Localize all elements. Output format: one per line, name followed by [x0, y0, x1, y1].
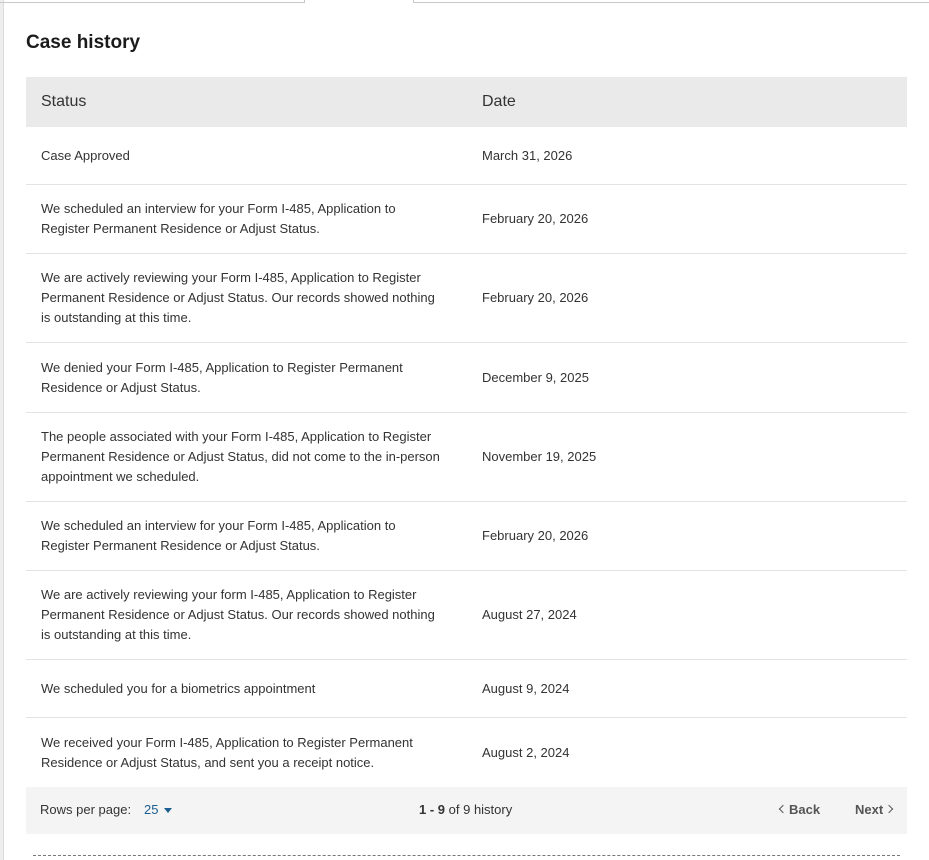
row-date: August 27, 2024: [482, 607, 577, 622]
row-status: We are actively reviewing your Form I-48…: [41, 270, 435, 325]
table-row: We received your Form I-485, Application…: [26, 718, 907, 787]
left-panel-edge: [0, 0, 4, 860]
table-row: We are actively reviewing your Form I-48…: [26, 254, 907, 343]
dashed-divider: [33, 855, 900, 856]
row-status: We denied your Form I-485, Application t…: [41, 359, 403, 395]
rows-per-page-select[interactable]: 25: [144, 802, 173, 817]
row-status: We scheduled you for a biometrics appoin…: [41, 680, 316, 696]
tab-strip: [0, 0, 929, 3]
row-status: We received your Form I-485, Application…: [41, 734, 413, 770]
case-history-title: Case history: [26, 32, 141, 53]
table-header: Status Date: [26, 77, 907, 127]
range-suffix: of 9 history: [445, 802, 513, 817]
next-label: Next: [855, 802, 884, 817]
column-header-date: Date: [482, 93, 516, 110]
table-row: The people associated with your Form I-4…: [26, 413, 907, 502]
row-status: Case Approved: [41, 147, 130, 163]
range-end: 9: [437, 802, 446, 817]
row-status: We scheduled an interview for your Form …: [41, 201, 396, 236]
table-body: Case Approved March 31, 2026 We scheduled …: [26, 127, 907, 787]
chevron-right-icon: [884, 804, 894, 814]
table-row: We scheduled an interview for your Form …: [26, 502, 907, 571]
table-row: We denied your Form I-485, Application t…: [26, 343, 907, 413]
caret-down-icon: [164, 808, 173, 814]
row-status: We scheduled an interview for your Form …: [41, 518, 396, 553]
range-separator: -: [426, 802, 438, 817]
case-history-table: Status Date Case Approved March 31, 2026 W…: [26, 77, 907, 787]
chevron-left-icon: [778, 804, 788, 814]
column-header-status: Status: [41, 93, 87, 110]
row-date: December 9, 2025: [482, 369, 589, 385]
row-status: The people associated with your Form I-4…: [41, 429, 440, 484]
row-status: We are actively reviewing your form I-48…: [41, 587, 435, 642]
back-label: Back: [789, 802, 821, 817]
table-pagination-bar: Rows per page: 25 1 - 9 of 9 history Bac…: [26, 787, 907, 834]
row-date: February 20, 2026: [482, 528, 589, 543]
row-date: November 19, 2025: [482, 449, 597, 464]
row-date: March 31, 2026: [482, 147, 573, 163]
row-date: August 2, 2024: [482, 744, 570, 760]
rows-per-page-label: Rows per page:: [40, 802, 132, 817]
tab-border-left: [0, 0, 304, 3]
pagination-range: 1 - 9 of 9 history: [419, 802, 512, 817]
row-date: February 20, 2026: [482, 211, 589, 226]
tab-border-right: [413, 0, 929, 3]
row-date: August 9, 2024: [482, 680, 570, 696]
rows-per-page-value: 25: [144, 802, 159, 817]
table-row: We scheduled you for a biometrics appoin…: [26, 660, 907, 718]
table-row: We are actively reviewing your form I-48…: [26, 571, 907, 660]
table-row: Case Approved March 31, 2026: [26, 127, 907, 185]
back-button[interactable]: Back: [778, 802, 821, 817]
next-button[interactable]: Next: [855, 802, 894, 817]
tab-divider: [304, 0, 305, 3]
table-row: We scheduled an interview for your Form …: [26, 185, 907, 254]
row-date: February 20, 2026: [482, 290, 589, 305]
